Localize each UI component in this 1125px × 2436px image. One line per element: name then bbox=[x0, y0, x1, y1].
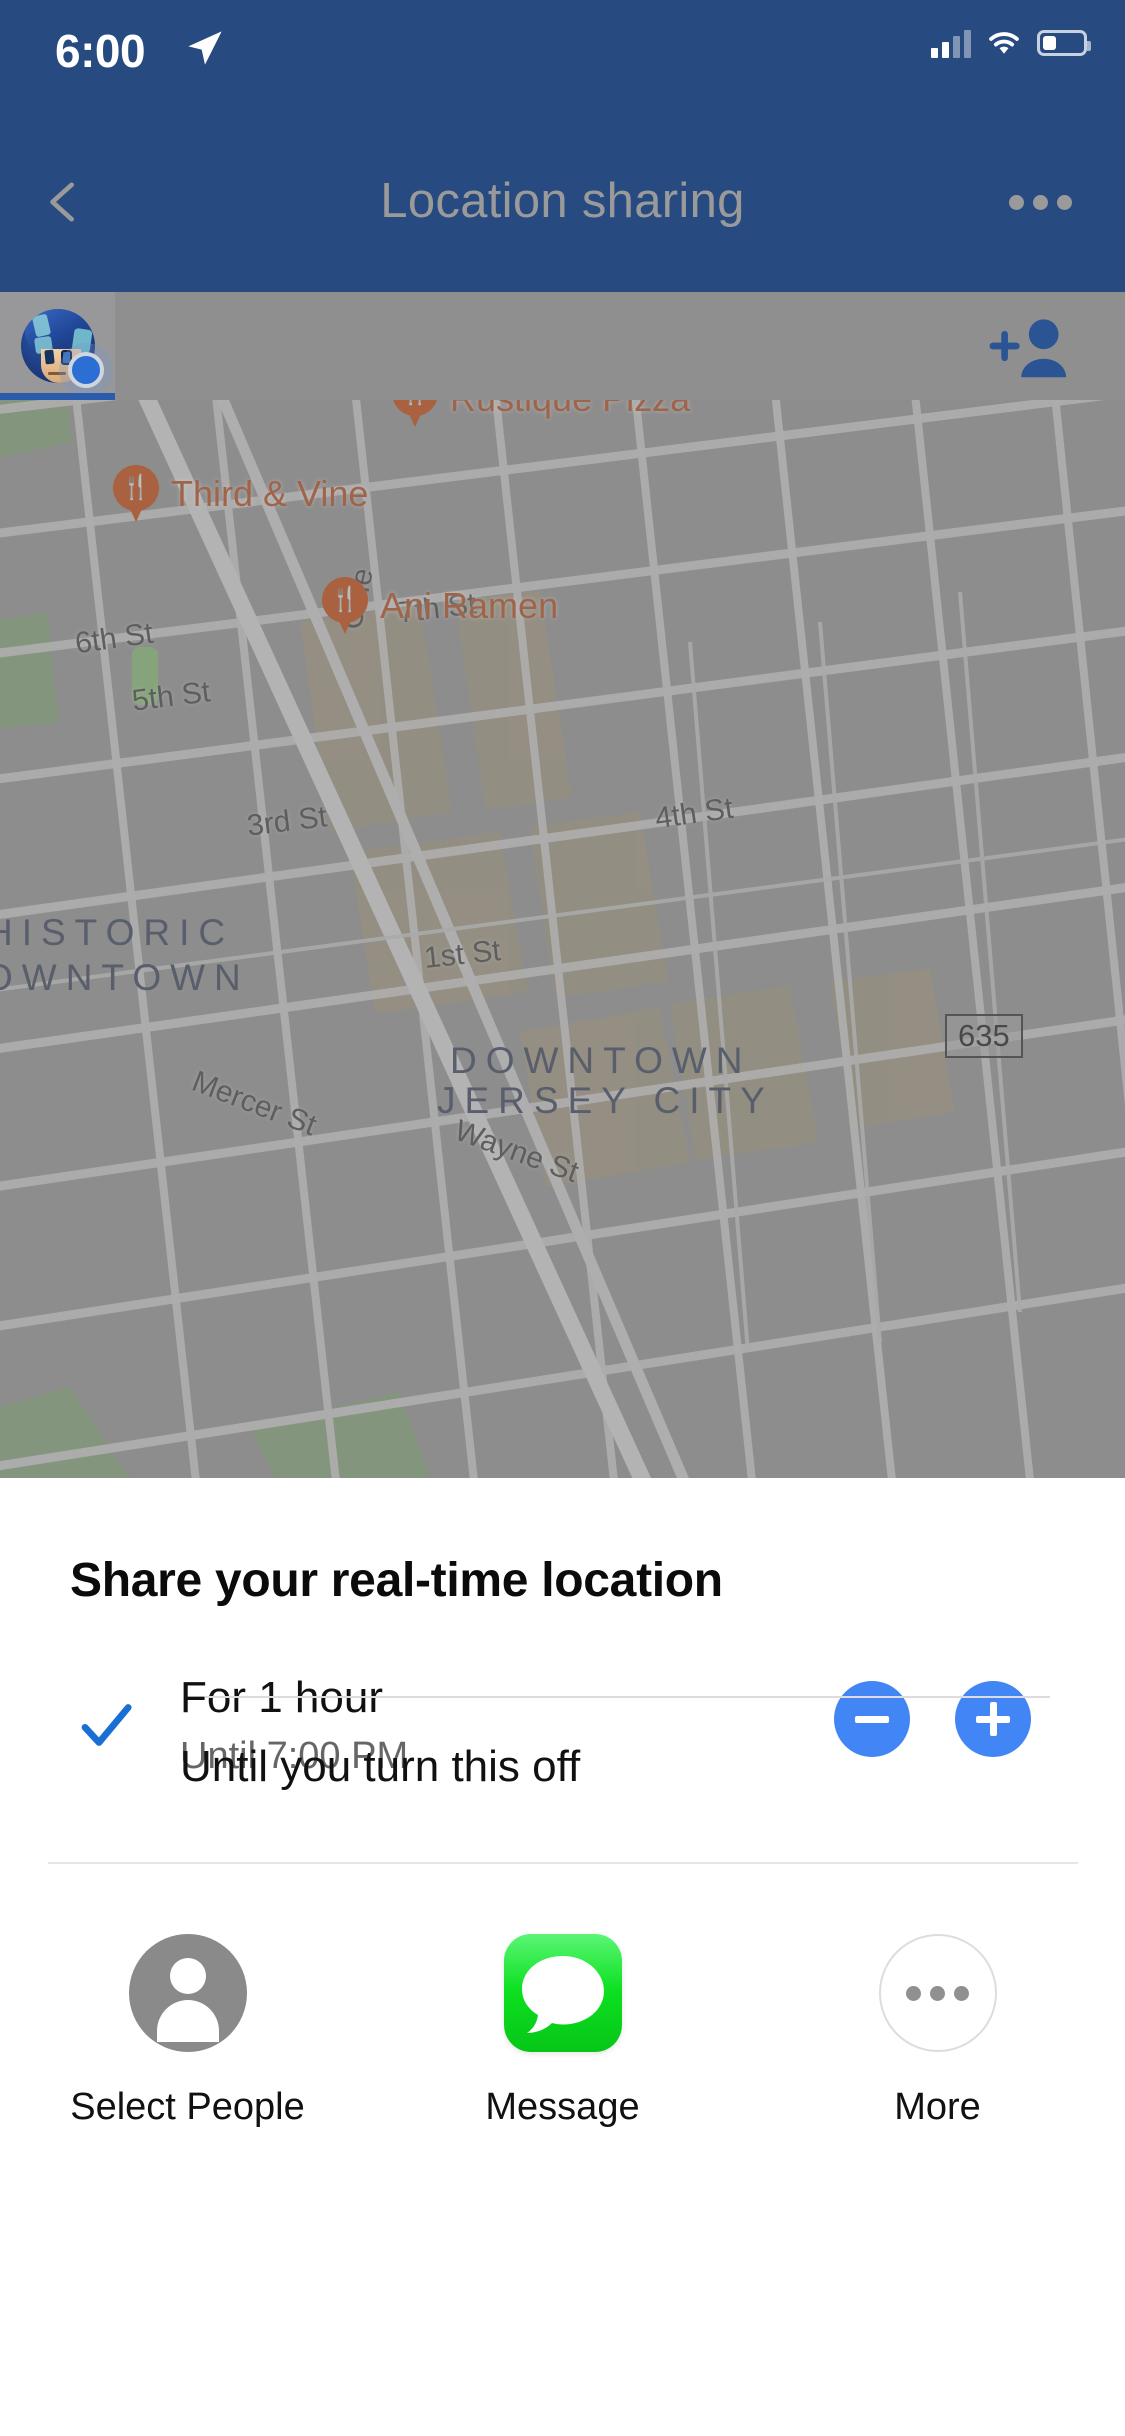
avatar-tab-selected[interactable] bbox=[0, 292, 115, 400]
nav-bar: Location sharing bbox=[0, 110, 1125, 292]
divider bbox=[205, 1696, 1050, 1698]
map-area-label: HISTORIC bbox=[0, 912, 235, 953]
map-poi[interactable]: 🍴 Ani Ramen bbox=[322, 577, 558, 635]
share-target-row: Select People Message More bbox=[0, 1890, 1125, 2170]
chevron-left-icon bbox=[50, 182, 74, 222]
share-target-label: More bbox=[894, 2086, 981, 2128]
people-strip bbox=[0, 292, 1125, 400]
selected-tab-indicator bbox=[0, 393, 115, 400]
map-area-label: OWNTOWN bbox=[0, 957, 250, 998]
duration-option-indefinite[interactable]: Until you turn this off bbox=[0, 1710, 1125, 1830]
restaurant-pin-icon: 🍴 bbox=[322, 577, 368, 635]
share-target-select-people[interactable]: Select People bbox=[0, 1890, 375, 2170]
divider bbox=[48, 1862, 1078, 1864]
sheet-title: Share your real-time location bbox=[70, 1554, 723, 1607]
map-poi-label: Third & Vine bbox=[171, 473, 369, 514]
status-bar: 6:00 bbox=[0, 0, 1125, 110]
indefinite-label: Until you turn this off bbox=[180, 1742, 581, 1791]
map-area-label: JERSEY CITY bbox=[437, 1080, 774, 1121]
person-circle-icon bbox=[128, 1934, 247, 2052]
avatar-status-badge bbox=[68, 352, 104, 388]
overflow-menu-icon bbox=[1008, 194, 1024, 210]
highway-shield: 635 bbox=[945, 1014, 1023, 1058]
add-person-button[interactable] bbox=[987, 312, 1073, 380]
overflow-menu-button[interactable] bbox=[995, 162, 1085, 242]
share-target-more[interactable]: More bbox=[750, 1890, 1125, 2170]
share-target-message[interactable]: Message bbox=[375, 1890, 750, 2170]
cellular-signal-icon bbox=[931, 28, 971, 58]
battery-icon bbox=[1037, 30, 1091, 56]
overflow-menu-icon bbox=[1056, 194, 1072, 210]
restaurant-pin-icon: 🍴 bbox=[113, 465, 159, 523]
overflow-menu-icon bbox=[1032, 194, 1048, 210]
map-poi-label: Ani Ramen bbox=[380, 585, 559, 626]
map-area-label: DOWNTOWN bbox=[450, 1040, 752, 1081]
map-canvas[interactable]: 🍴 Rustique Pizza 🍴 Third & Vine 🍴 Ani Ra… bbox=[0, 292, 1125, 1478]
status-bar-indicators bbox=[931, 28, 1091, 58]
share-target-label: Select People bbox=[70, 2086, 305, 2128]
more-circle-icon bbox=[878, 1934, 997, 2052]
page-title: Location sharing bbox=[380, 174, 745, 228]
back-button[interactable] bbox=[20, 158, 108, 246]
wifi-icon bbox=[989, 32, 1019, 54]
messages-app-icon bbox=[503, 1934, 622, 2052]
location-arrow-icon bbox=[188, 31, 222, 65]
map-poi[interactable]: 🍴 Third & Vine bbox=[113, 465, 368, 523]
share-target-label: Message bbox=[485, 2086, 640, 2128]
status-bar-clock: 6:00 bbox=[55, 25, 146, 77]
